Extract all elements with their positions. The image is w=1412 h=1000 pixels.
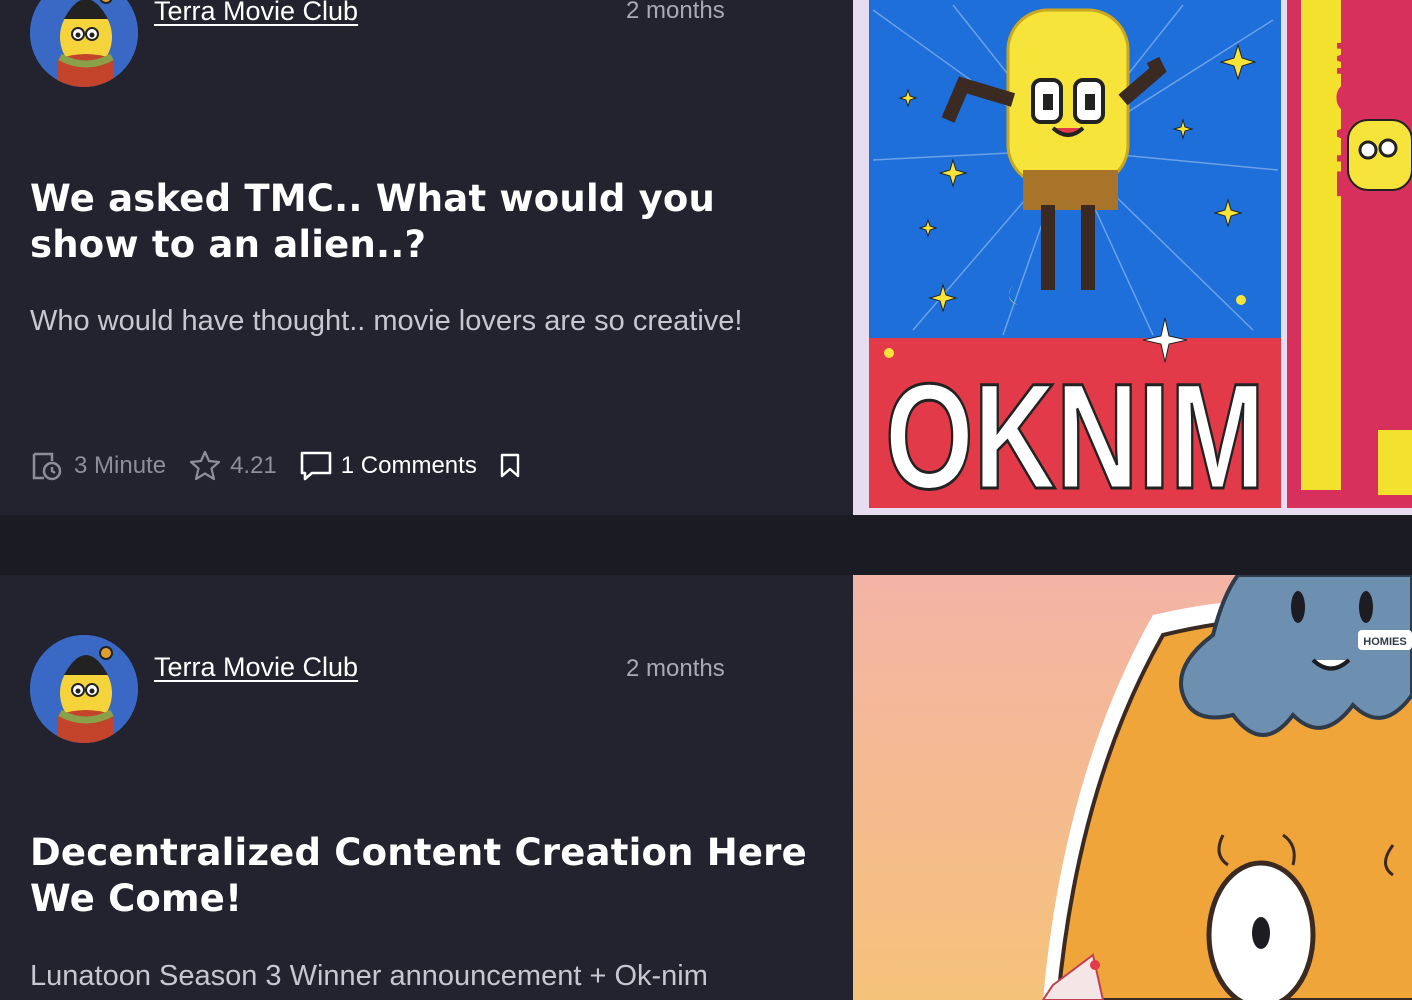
- post-text-column: Terra Movie Club 2 months Decentralized …: [0, 575, 853, 1000]
- post-meta: 3 Minute 4.21 1 Comments: [30, 446, 551, 486]
- post-title[interactable]: We asked TMC.. What would you show to an…: [30, 176, 830, 268]
- sticker-label: HOMIES: [1363, 636, 1406, 648]
- author-link[interactable]: Terra Movie Club: [154, 0, 358, 27]
- comment-icon: [300, 451, 332, 481]
- read-time: 3 Minute: [30, 449, 166, 483]
- post-thumbnail[interactable]: HOMIES: [853, 575, 1412, 1000]
- author-avatar[interactable]: [30, 635, 138, 743]
- post-title[interactable]: Decentralized Content Creation Here We C…: [30, 830, 830, 922]
- post-text-column: Terra Movie Club 2 months We asked TMC..…: [0, 0, 853, 515]
- post-divider: [0, 515, 1412, 575]
- post-date: 2 months: [626, 655, 725, 682]
- avatar-illustration: [30, 635, 138, 743]
- post-excerpt: Lunatoon Season 3 Winner announcement + …: [30, 960, 708, 992]
- lunatoon-illustration: HOMIES: [853, 575, 1412, 1000]
- poster-title: OKNIM: [885, 352, 1265, 515]
- author-avatar[interactable]: [30, 0, 138, 87]
- author-link[interactable]: Terra Movie Club: [154, 652, 358, 683]
- comments-count: 1 Comments: [340, 452, 477, 479]
- read-time-label: 3 Minute: [74, 452, 167, 479]
- post-feed: Terra Movie Club 2 months We asked TMC..…: [0, 0, 1412, 1000]
- post-date: 2 months: [626, 0, 725, 24]
- post-card[interactable]: Terra Movie Club 2 months Decentralized …: [0, 575, 1412, 1000]
- rating: 4.21: [188, 449, 277, 483]
- post-card[interactable]: Terra Movie Club 2 months We asked TMC..…: [0, 0, 1412, 515]
- star-icon: [189, 450, 221, 481]
- read-time-icon: [32, 452, 62, 481]
- comments-button[interactable]: 1 Comments: [299, 449, 477, 483]
- avatar-illustration: [30, 0, 138, 87]
- post-excerpt: Who would have thought.. movie lovers ar…: [30, 305, 743, 337]
- bookmark-button[interactable]: [499, 453, 529, 479]
- bookmark-icon: [500, 453, 520, 478]
- post-thumbnail[interactable]: OKNIM MOVIE: [853, 0, 1412, 515]
- oknim-poster-image: OKNIM MOVIE: [853, 0, 1412, 515]
- rating-value: 4.21: [230, 452, 277, 479]
